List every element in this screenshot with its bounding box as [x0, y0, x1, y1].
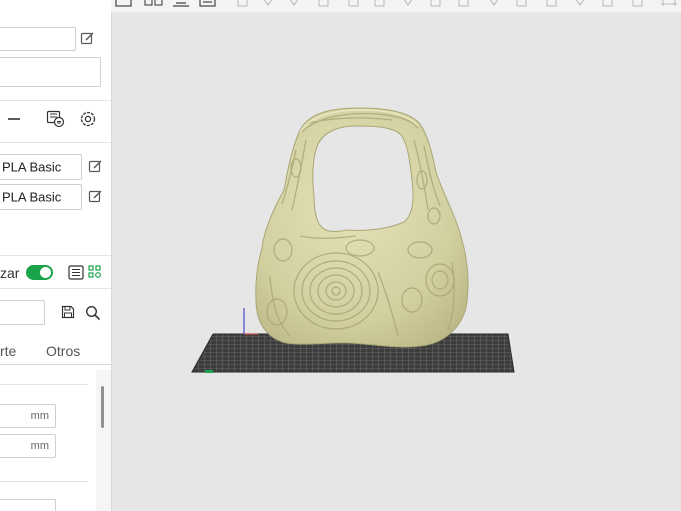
tab-otros[interactable]: Otros	[46, 343, 80, 359]
scale-tool-icon[interactable]	[287, 0, 301, 8]
minus-icon[interactable]	[6, 111, 22, 127]
dimension-field-2[interactable]: mm	[0, 434, 56, 458]
3d-viewport[interactable]	[112, 12, 681, 511]
filament-sync-icon[interactable]	[46, 110, 65, 128]
assembly-tool-icon[interactable]	[545, 0, 559, 8]
boolean-tool-icon[interactable]	[373, 0, 387, 8]
unit-label-1: mm	[30, 410, 49, 422]
move-tool-icon[interactable]	[236, 0, 250, 8]
gear-icon[interactable]	[79, 110, 97, 128]
view-options-icon[interactable]	[659, 0, 679, 8]
search-icon[interactable]	[85, 305, 101, 321]
plate-type-field[interactable]	[0, 57, 101, 87]
plate-origin-marker	[205, 370, 213, 373]
orient-icon[interactable]	[171, 0, 191, 8]
split-objects-icon[interactable]	[573, 0, 587, 8]
text-tool-icon[interactable]	[487, 0, 501, 8]
color-paint-icon[interactable]	[457, 0, 471, 8]
dimension-field-3[interactable]	[0, 499, 56, 511]
tab-partial[interactable]: rte	[0, 343, 16, 359]
filament-1-field[interactable]: PLA Basic	[0, 154, 82, 180]
axis-gizmo	[243, 308, 258, 335]
filament-2-name: PLA Basic	[2, 189, 62, 205]
save-icon[interactable]	[61, 305, 75, 319]
color-settings-icon[interactable]	[88, 265, 102, 279]
scrollbar-thumb[interactable]	[101, 386, 104, 428]
list-icon[interactable]	[68, 265, 84, 280]
toggle-switch[interactable]	[26, 265, 53, 280]
edit-icon[interactable]	[80, 31, 95, 46]
measure-tool-icon[interactable]	[515, 0, 529, 8]
left-settings-panel: PLA Basic PLA Basic zar rte Otros mm mm	[0, 0, 112, 511]
rotate-tool-icon[interactable]	[261, 0, 275, 8]
seam-paint-icon[interactable]	[429, 0, 443, 8]
variable-layer-icon[interactable]	[631, 0, 645, 8]
printer-name-field[interactable]	[0, 27, 76, 51]
filament-1-name: PLA Basic	[2, 159, 62, 175]
arrange-icon[interactable]	[144, 0, 164, 8]
filament-2-edit-icon[interactable]	[88, 189, 103, 204]
layout-icon[interactable]	[199, 0, 217, 8]
scene-canvas[interactable]	[112, 12, 681, 511]
add-plate-icon[interactable]	[115, 0, 133, 8]
unit-label-2: mm	[30, 440, 49, 452]
lay-on-face-icon[interactable]	[317, 0, 331, 8]
toggle-label: zar	[0, 265, 20, 281]
bag-model[interactable]	[255, 107, 469, 348]
preset-field[interactable]	[0, 300, 45, 325]
cut-tool-icon[interactable]	[347, 0, 361, 8]
filament-1-edit-icon[interactable]	[88, 159, 103, 174]
filament-2-field[interactable]: PLA Basic	[0, 184, 82, 210]
support-paint-icon[interactable]	[401, 0, 415, 8]
top-toolbar	[111, 0, 681, 12]
split-parts-icon[interactable]	[601, 0, 615, 8]
dimension-field-1[interactable]: mm	[0, 404, 56, 428]
panel-scrollbar[interactable]	[96, 370, 111, 511]
